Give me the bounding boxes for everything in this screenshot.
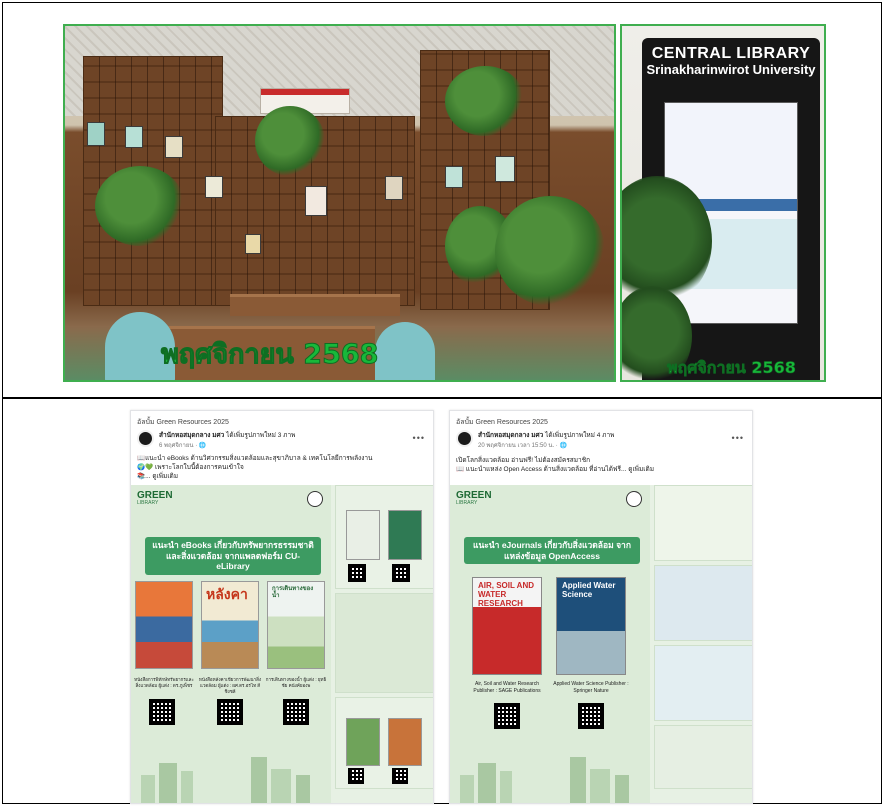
- book-display: [125, 126, 143, 148]
- collage-thumbnail[interactable]: [335, 697, 433, 789]
- qr-code: [494, 703, 520, 729]
- qr-code: [149, 699, 175, 725]
- book-cover: [346, 510, 380, 560]
- author-action: ได้เพิ่มรูปภาพใหม่ 4 ภาพ: [545, 432, 615, 439]
- book-cover: หลังคา: [201, 581, 259, 669]
- book-display: [445, 166, 463, 188]
- chair: [375, 322, 435, 380]
- author-name[interactable]: สำนักหอสมุดกลาง มศว: [159, 432, 224, 439]
- post-author: สำนักหอสมุดกลาง มศว ได้เพิ่มรูปภาพใหม่ 4…: [478, 430, 614, 440]
- book-display: [495, 156, 515, 182]
- city-skyline: [450, 745, 650, 803]
- post-text-line[interactable]: 📖 แนะนำแหล่ง Open Access ด้านสิ่งแวดล้อม…: [456, 464, 654, 474]
- book-cover: [388, 718, 422, 766]
- journal-caption: Applied Water Science Publisher : Spring…: [553, 681, 629, 694]
- row-divider: [2, 397, 882, 399]
- post-meta[interactable]: 6 พฤศจิกายน · 🌐: [159, 440, 206, 450]
- book-cover-title: หลังคา: [206, 586, 248, 602]
- journal-cover-title: AIR, SOIL AND WATER RESEARCH: [478, 581, 535, 608]
- potted-plant: [495, 196, 605, 306]
- city-skyline: [131, 745, 331, 803]
- book-display: [385, 176, 403, 200]
- journal-caption: Air, Soil and Water Research Publisher :…: [473, 681, 541, 694]
- author-name[interactable]: สำนักหอสมุดกลาง มศว: [478, 432, 543, 439]
- author-action: ได้เพิ่มรูปภาพใหม่ 3 ภาพ: [226, 432, 296, 439]
- library-kiosk-photo: CENTRAL LIBRARY Srinakharinwirot Univers…: [620, 24, 826, 382]
- book-caption: หนังสือการพิทักษ์ทรัพยากรและสิ่งแวดล้อม …: [134, 677, 194, 688]
- qr-code: [283, 699, 309, 725]
- qr-code: [578, 703, 604, 729]
- book-display: [205, 176, 223, 198]
- book-display: [245, 234, 261, 254]
- book-cover-title: การเดินทางของน้ำ: [272, 586, 314, 599]
- collage-thumbnail[interactable]: [335, 593, 433, 693]
- post-image-collage[interactable]: GREEN LIBRARY แนะนำ eJournals เกี่ยวกับสิ…: [450, 485, 752, 803]
- photo-caption: พฤศจิกายน 2568: [667, 358, 796, 378]
- book-caption: การเดินทางของน้ำ ผู้แต่ง : ยุทธิชัย คนัง…: [265, 677, 327, 688]
- collage-thumbnail[interactable]: [654, 645, 752, 721]
- journal-cover: AIR, SOIL AND WATER RESEARCH: [472, 577, 542, 675]
- ejournal-poster: GREEN LIBRARY แนะนำ eJournals เกี่ยวกับสิ…: [450, 485, 650, 803]
- green-logo: GREEN LIBRARY: [137, 490, 173, 506]
- ebook-poster: GREEN LIBRARY แนะนำ eBooks เกี่ยวกับทรัพย…: [131, 485, 331, 803]
- book-display: [305, 186, 327, 216]
- more-options-icon[interactable]: •••: [413, 433, 425, 443]
- photo-caption: พฤศจิกายน 2568: [160, 339, 379, 371]
- poster-banner: แนะนำ eJournals เกี่ยวกับสิ่งแวดล้อม จาก…: [464, 537, 640, 565]
- post-meta[interactable]: 20 พฤศจิกายน เวลา 15:50 น. · 🌐: [478, 440, 567, 450]
- university-seal-icon: [626, 491, 642, 507]
- collage-thumbnail[interactable]: [654, 485, 752, 561]
- post-author: สำนักหอสมุดกลาง มศว ได้เพิ่มรูปภาพใหม่ 3…: [159, 430, 295, 440]
- book-cover: [388, 510, 422, 560]
- facebook-post: อัลบั้ม Green Resources 2025 สำนักหอสมุด…: [130, 410, 434, 804]
- avatar[interactable]: [456, 430, 473, 447]
- journal-cover: Applied Water Science: [556, 577, 626, 675]
- qr-code: [217, 699, 243, 725]
- book-cover: [346, 718, 380, 766]
- qr-code: [392, 564, 410, 582]
- hanging-plant: [255, 106, 325, 176]
- green-library-corner-photo: พฤศจิกายน 2568: [63, 24, 616, 382]
- collage-thumbnail[interactable]: [654, 725, 752, 789]
- book-caption: หนังสือหลังคาเขียวการพัฒนาสิ่งแวดล้อม ผู…: [198, 677, 262, 694]
- qr-code: [392, 768, 408, 784]
- book-display: [165, 136, 183, 158]
- post-text-line[interactable]: 📚... ดูเพิ่มเติม: [137, 471, 178, 481]
- qr-code: [348, 768, 364, 784]
- kiosk-title: CENTRAL LIBRARY: [651, 45, 811, 62]
- album-name[interactable]: อัลบั้ม Green Resources 2025: [456, 417, 548, 428]
- album-name[interactable]: อัลบั้ม Green Resources 2025: [137, 417, 229, 428]
- facebook-post: อัลบั้ม Green Resources 2025 สำนักหอสมุด…: [449, 410, 753, 804]
- book-cover: [135, 581, 193, 669]
- collage-thumbnail[interactable]: [654, 565, 752, 641]
- hanging-plant: [445, 66, 525, 136]
- green-logo: GREEN LIBRARY: [456, 490, 492, 506]
- avatar[interactable]: [137, 430, 154, 447]
- journal-cover-title: Applied Water Science: [562, 581, 616, 599]
- kiosk-header: CENTRAL LIBRARY Srinakharinwirot Univers…: [642, 45, 820, 77]
- more-options-icon[interactable]: •••: [732, 433, 744, 443]
- collage-thumbnail[interactable]: [335, 485, 433, 589]
- potted-plant: [95, 166, 185, 246]
- book-cover: การเดินทางของน้ำ: [267, 581, 325, 669]
- poster-banner: แนะนำ eBooks เกี่ยวกับทรัพยากรธรรมชาติ แ…: [145, 537, 321, 575]
- qr-code: [348, 564, 366, 582]
- book-display: [87, 122, 105, 146]
- kiosk-subtitle: Srinakharinwirot University: [646, 61, 816, 77]
- university-seal-icon: [307, 491, 323, 507]
- post-image-collage[interactable]: GREEN LIBRARY แนะนำ eBooks เกี่ยวกับทรัพย…: [131, 485, 433, 803]
- reading-table: [230, 294, 400, 316]
